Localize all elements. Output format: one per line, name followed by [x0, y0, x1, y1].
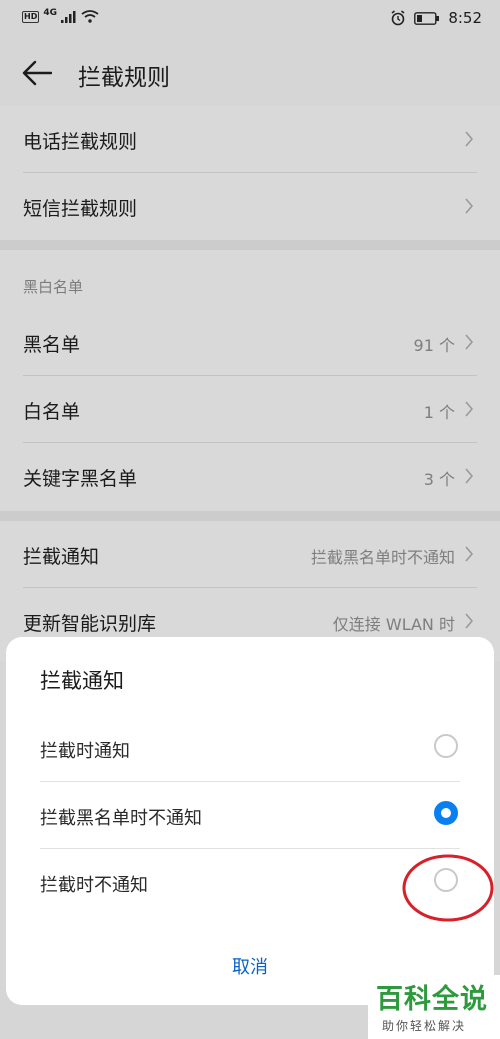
row-value: 1 个 — [423, 403, 455, 422]
alarm-icon — [391, 10, 405, 26]
wifi-icon — [81, 10, 99, 23]
watermark-title: 百科全说 — [376, 984, 488, 1015]
intercept-notify-row[interactable]: 拦截通知 拦截黑名单时不通知 — [0, 521, 500, 588]
chevron-right-icon — [465, 198, 474, 214]
chevron-right-icon — [465, 546, 474, 562]
row-value: 91 个 — [413, 336, 455, 355]
row-value: 拦截黑名单时不通知 — [310, 548, 455, 567]
row-label: 关键字黑名单 — [23, 468, 138, 490]
chevron-right-icon — [465, 401, 474, 417]
row-label: 短信拦截规则 — [23, 198, 138, 220]
phone-rules-row[interactable]: 电话拦截规则 — [0, 106, 500, 173]
highlight-circle — [402, 854, 494, 922]
network-type: 4G — [43, 7, 57, 18]
chevron-right-icon — [465, 131, 474, 147]
option-label: 拦截时不通知 — [40, 875, 148, 896]
settings-page: HD 4G 8:52 拦截规则 电话拦截规则 短信拦截规则 黑白名单 黑名单 9… — [0, 0, 500, 1039]
row-label: 黑名单 — [23, 334, 81, 356]
battery-icon — [414, 11, 440, 25]
chevron-right-icon — [465, 613, 474, 629]
back-arrow-icon[interactable] — [22, 60, 52, 86]
status-right: 8:52 — [390, 9, 482, 27]
chevron-right-icon — [465, 468, 474, 484]
section-gap — [0, 240, 500, 250]
option-blacklist-no-notify[interactable]: 拦截黑名单时不通知 — [6, 782, 494, 849]
blackwhite-group: 黑白名单 黑名单 91 个 白名单 1 个 关键字黑名单 3 个 — [0, 250, 500, 511]
watermark: 百科全说 助你轻松解决 — [368, 975, 500, 1039]
status-left: HD 4G — [22, 7, 99, 23]
section-heading: 黑白名单 — [23, 278, 84, 296]
app-header: 拦截规则 — [0, 40, 500, 106]
sms-rules-row[interactable]: 短信拦截规则 — [0, 173, 500, 240]
row-value: 仅连接 WLAN 时 — [332, 615, 455, 634]
row-label: 拦截通知 — [23, 546, 100, 568]
row-label: 白名单 — [23, 401, 81, 423]
radio-button-selected[interactable] — [434, 801, 458, 825]
intercept-notify-dialog: 拦截通知 拦截时通知 拦截黑名单时不通知 拦截时不通知 取消 — [6, 637, 494, 1005]
watermark-subtitle: 助你轻松解决 — [382, 1019, 467, 1033]
whitelist-row[interactable]: 白名单 1 个 — [0, 376, 500, 443]
status-time: 8:52 — [448, 9, 482, 27]
signal-icon — [61, 10, 76, 23]
row-label: 电话拦截规则 — [23, 131, 138, 153]
option-label: 拦截时通知 — [40, 741, 130, 762]
dialog-title: 拦截通知 — [40, 669, 124, 693]
section-gap — [0, 511, 500, 521]
radio-button[interactable] — [434, 734, 458, 758]
option-label: 拦截黑名单时不通知 — [40, 808, 202, 829]
page-title: 拦截规则 — [78, 65, 170, 91]
row-value: 3 个 — [423, 470, 455, 489]
chevron-right-icon — [465, 334, 474, 350]
option-notify[interactable]: 拦截时通知 — [6, 715, 494, 782]
row-label: 更新智能识别库 — [23, 613, 157, 635]
hd-badge: HD — [22, 10, 40, 23]
status-bar: HD 4G 8:52 — [0, 0, 500, 40]
rules-group: 电话拦截规则 短信拦截规则 — [0, 106, 500, 240]
blacklist-row[interactable]: 黑名单 91 个 — [0, 309, 500, 376]
keyword-blacklist-row[interactable]: 关键字黑名单 3 个 — [0, 443, 500, 510]
